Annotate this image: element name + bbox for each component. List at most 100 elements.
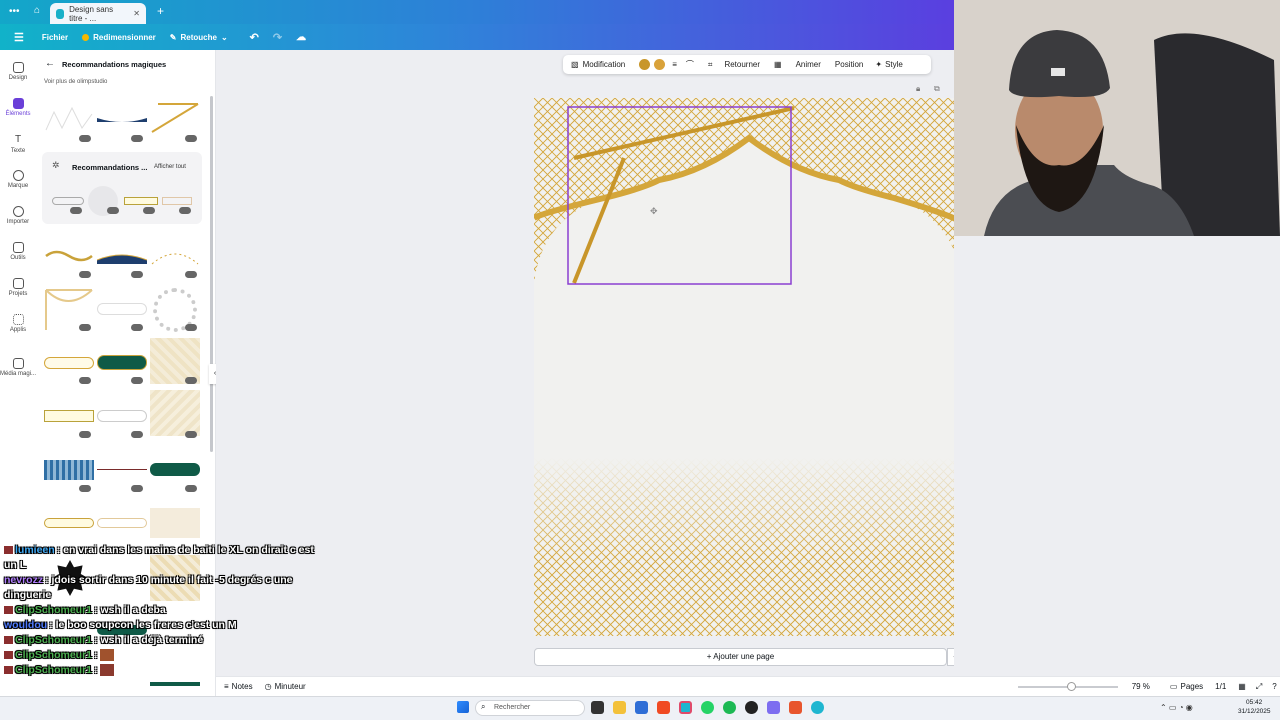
close-tab-icon[interactable]: ✕ [133,9,140,18]
element-thumb[interactable] [97,518,147,528]
element-thumb[interactable] [150,508,200,538]
element-thumb[interactable] [52,197,84,205]
cloud-save-icon[interactable]: ☁ [296,32,306,43]
resize-button[interactable]: Redimensionner [82,33,156,42]
element-thumb[interactable] [97,303,147,315]
premium-badge-icon [131,324,143,331]
store-icon[interactable] [635,701,648,714]
premium-badge-icon [179,207,191,214]
browser-tab[interactable]: Design sans titre - ... ✕ [50,3,146,24]
corner-rounding-icon[interactable]: ⌒ [686,59,694,70]
undo-icon[interactable]: ↶ [250,31,259,44]
position-button[interactable]: Position [835,60,863,69]
stream-chat-overlay: lumieen: en vrai dans les mains de baiti… [4,543,324,678]
rail-item-magic-media[interactable]: Média magi... [0,358,36,377]
element-thumb[interactable] [150,463,200,476]
resize-label: Redimensionner [93,32,156,42]
rail-item-brand[interactable]: Marque [0,170,36,189]
rail-item-design[interactable]: Design [0,62,36,81]
back-arrow-icon[interactable]: ← [45,58,55,69]
clock-time[interactable]: 05:42 [1246,699,1262,706]
element-thumb[interactable] [44,410,94,422]
element-thumb[interactable] [150,100,200,134]
fullscreen-icon[interactable]: ⤢ [1256,682,1262,692]
taskbar-search[interactable]: Rechercher [475,700,585,716]
element-thumb[interactable] [44,100,94,134]
spotify-icon[interactable] [723,701,736,714]
style-button[interactable]: Style [885,60,903,69]
zoom-slider-thumb[interactable] [1066,681,1076,691]
whatsapp-icon[interactable] [701,701,714,714]
element-thumb[interactable] [44,518,94,528]
hamburger-menu-icon[interactable]: ☰ [14,31,24,44]
crop-icon[interactable]: ⌗ [708,60,713,70]
animate-button[interactable]: Animer [796,60,821,69]
rail-label: Texte [10,148,26,154]
panel-scrollbar[interactable] [210,96,213,452]
design-page[interactable] [534,98,963,636]
redo-icon[interactable]: ↷ [273,31,282,44]
element-thumb[interactable] [96,240,148,274]
duplicate-page-icon[interactable]: ⧉ [934,84,940,94]
edge-icon[interactable] [811,701,824,714]
task-view-icon[interactable] [591,701,604,714]
discord-icon[interactable] [767,701,780,714]
edit-image-icon: ▧ [571,60,579,69]
element-thumb[interactable] [44,460,94,480]
help-icon[interactable]: ? [1272,682,1276,691]
notes-button[interactable]: Notes [232,682,253,691]
timer-button[interactable]: Minuteur [275,682,306,691]
element-thumb[interactable] [150,390,200,436]
premium-badge-icon [185,377,197,384]
browser-menu-icon[interactable]: ••• [9,6,20,17]
canva-favicon-icon [56,8,65,19]
grid-view-icon[interactable]: ▦ [1238,682,1246,691]
move-handle-icon[interactable]: ✥ [650,206,658,217]
lock-icon[interactable]: 🔒︎ [916,84,920,94]
color-swatch-1[interactable] [639,59,651,70]
element-thumb[interactable] [124,197,158,205]
canva-app-icon[interactable] [679,701,692,714]
zoom-level[interactable]: 79 % [1132,682,1150,691]
chat-username: lumieen [15,544,55,556]
home-icon[interactable]: ⌂ [34,5,40,16]
zoom-slider[interactable] [1017,681,1118,691]
element-thumb[interactable] [150,240,200,274]
file-menu[interactable]: Fichier [42,33,68,42]
modification-button[interactable]: Modification [583,60,626,69]
color-swatch-2[interactable] [654,59,666,70]
element-thumb[interactable] [44,240,94,274]
retouch-menu[interactable]: ✎ Retouche ⌄ [170,33,228,42]
element-thumb[interactable] [44,357,94,369]
element-thumb[interactable] [97,410,147,422]
transparency-icon[interactable]: ▦ [774,60,782,69]
flip-button[interactable]: Retourner [724,60,760,69]
border-style-icon[interactable]: ≡ [672,60,677,69]
rail-item-elements[interactable]: Éléments [0,98,36,117]
brave-browser-icon[interactable] [657,701,670,714]
element-thumb[interactable] [97,100,147,134]
system-tray-icons[interactable]: ⌃ ▭ ◔ ◉ [1160,703,1193,712]
panel-subtitle[interactable]: Voir plus de olimpstudio [44,79,107,85]
browser-tab-strip: ••• ⌂ Design sans titre - ... ✕ + [0,0,954,24]
file-explorer-icon[interactable] [613,701,626,714]
chat-username: ClipSchomeur1 [15,649,93,661]
pages-button[interactable]: Pages [1180,682,1203,691]
new-tab-icon[interactable]: + [157,4,164,18]
rail-item-apps[interactable]: Applis [0,314,36,333]
rail-item-tools[interactable]: Outils [0,242,36,261]
rail-item-text[interactable]: T Texte [0,134,36,154]
element-thumb[interactable] [150,682,200,686]
clock-date[interactable]: 31/12/2025 [1238,708,1271,715]
rail-item-projects[interactable]: Projets [0,278,36,297]
add-page-button[interactable]: + Ajouter une page [534,648,947,666]
obs-icon[interactable] [745,701,758,714]
windows-start-icon[interactable] [457,701,469,713]
rail-item-upload[interactable]: Importer [0,206,36,225]
element-thumb[interactable] [97,469,147,470]
app-icon[interactable] [789,701,802,714]
element-thumb[interactable] [162,197,192,205]
element-thumb[interactable] [97,355,147,370]
chat-message: ClipSchomeur1: [4,663,324,678]
show-all-link[interactable]: Afficher tout [154,164,186,170]
